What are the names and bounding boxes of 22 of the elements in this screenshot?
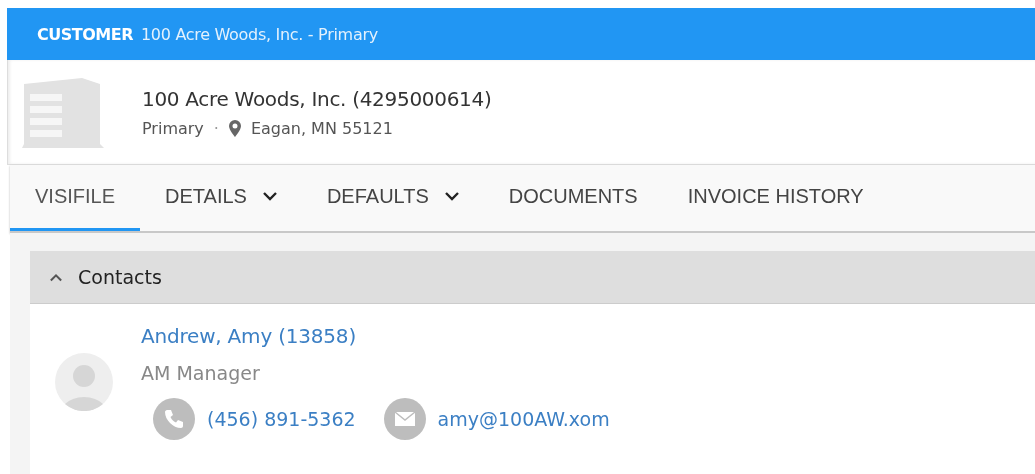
section-header[interactable]: Contacts	[30, 251, 1035, 304]
phone-link[interactable]: (456) 891-5362	[207, 408, 356, 430]
section-title: Contacts	[78, 266, 162, 288]
avatar-icon	[55, 353, 113, 411]
customer-type: Primary	[142, 118, 204, 138]
collapse-icon[interactable]	[50, 272, 62, 282]
building-icon	[20, 76, 106, 148]
header-title: 100 Acre Woods, Inc. - Primary	[140, 24, 378, 44]
tab[interactable]: DEFAULTS	[301, 165, 484, 231]
contact-role: AM Manager	[141, 362, 261, 384]
customer-location: Eagan, MN 55121	[250, 118, 393, 138]
separator: ·	[213, 118, 219, 138]
location-pin-icon	[228, 119, 241, 137]
header-label: CUSTOMER	[37, 24, 133, 44]
caret-icon[interactable]	[262, 192, 277, 201]
customer-name: 100 Acre Woods, Inc. (4295000614)	[142, 86, 492, 111]
contact-name-link[interactable]: Andrew, Amy (13858)	[141, 324, 356, 348]
tab[interactable]: DETAILS	[140, 165, 302, 231]
email-link[interactable]: amy@100AW.xom	[437, 408, 610, 430]
caret-icon[interactable]	[444, 192, 459, 201]
tab[interactable]: DOCUMENTS	[483, 165, 663, 231]
tab[interactable]: INVOICE HISTORY	[662, 165, 889, 231]
